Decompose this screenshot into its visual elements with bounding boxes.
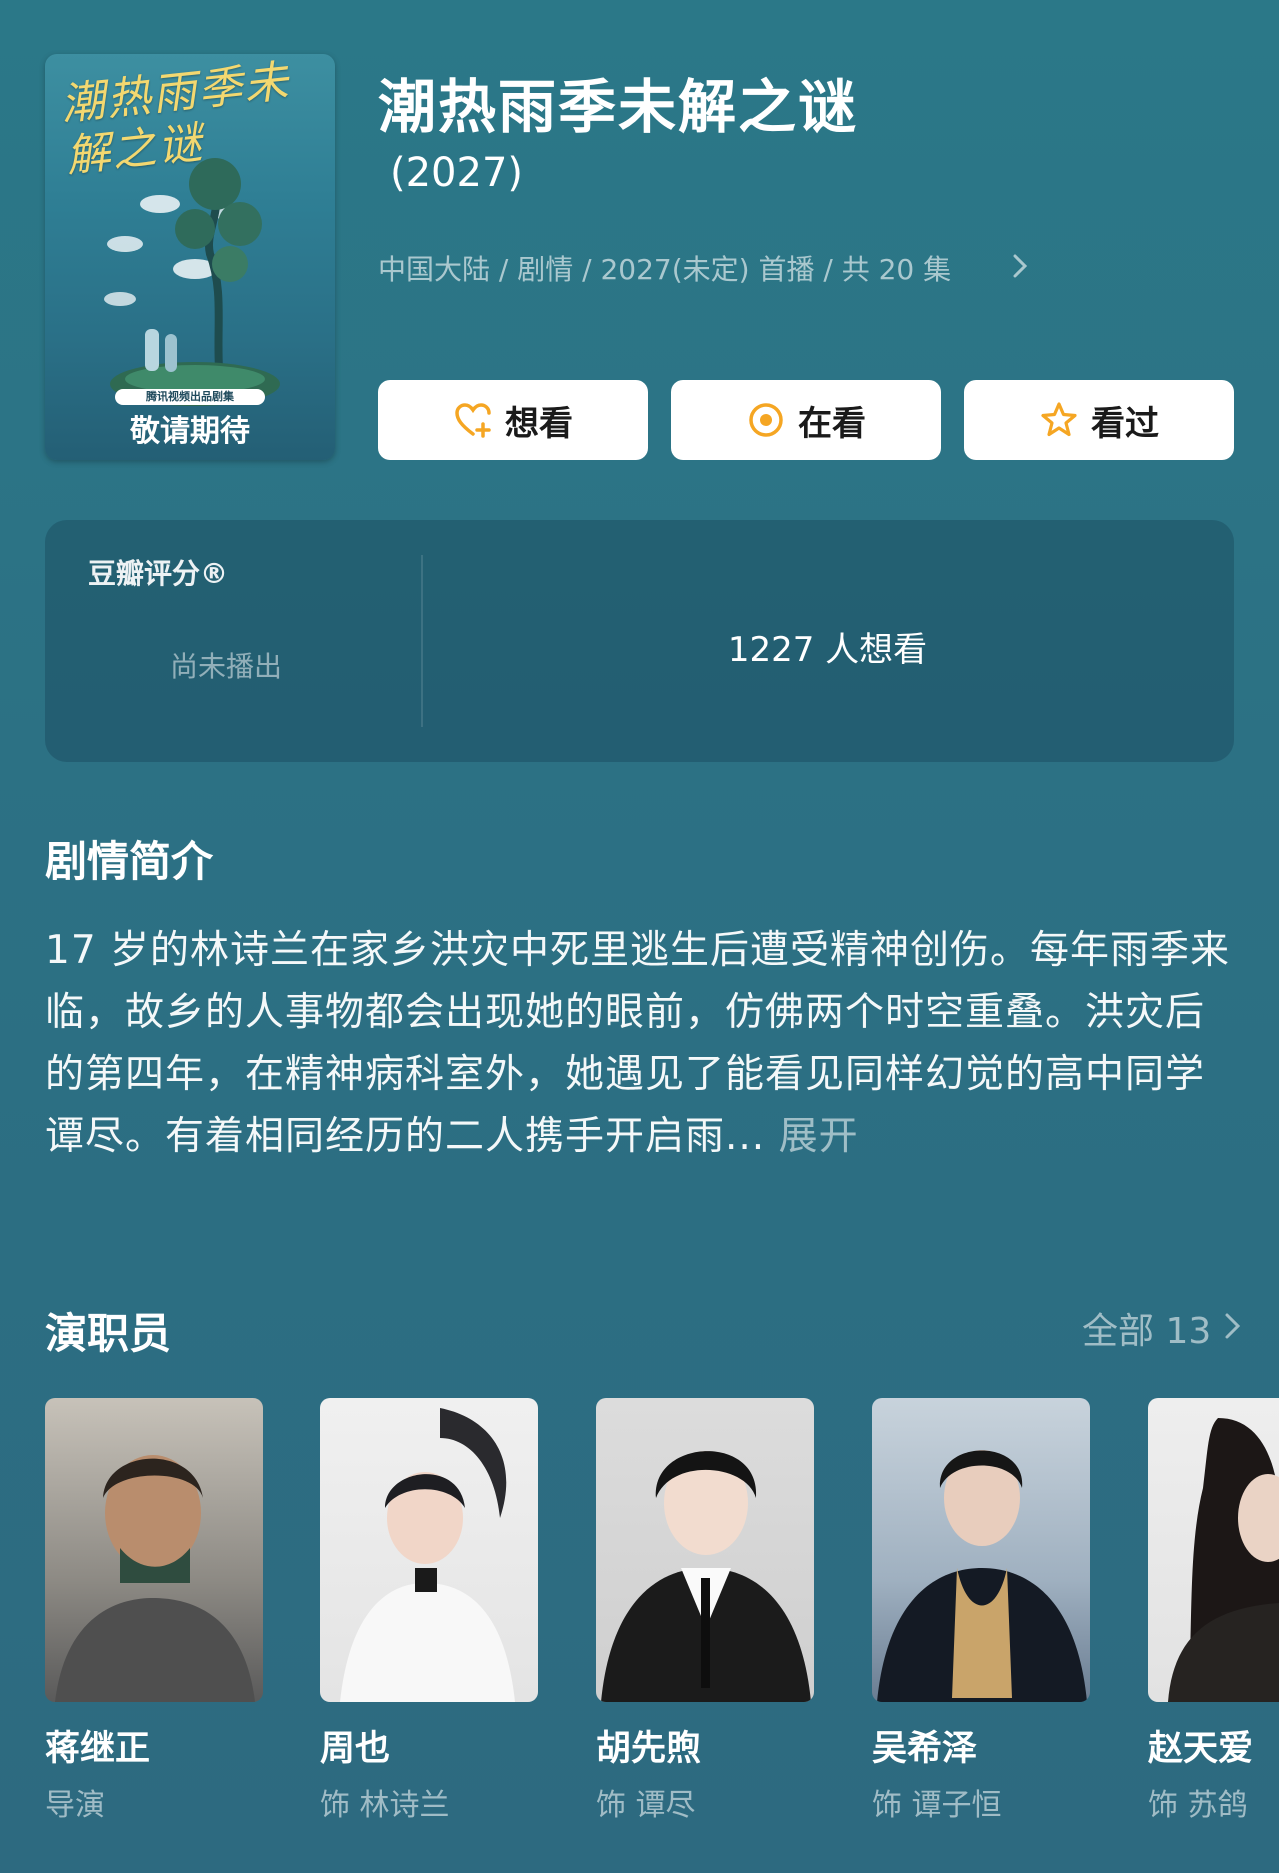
synopsis-text: 17 岁的林诗兰在家乡洪灾中死里逃生后遭受精神创伤。每年雨季来临，故乡的人事物都… [45, 928, 1231, 1159]
show-title: 潮热雨季未解之谜 [378, 73, 859, 141]
watched-label: 看过 [1091, 403, 1159, 444]
watching-button[interactable]: 在看 [671, 380, 941, 460]
poster-tagline: 敬请期待 [130, 414, 250, 449]
person-portrait [877, 1450, 1087, 1702]
cast-name[interactable]: 周也 [320, 1720, 390, 1771]
show-year: (2027) [390, 150, 524, 196]
person-portrait [601, 1451, 811, 1702]
cast-name[interactable]: 胡先煦 [596, 1720, 701, 1771]
cast-photo[interactable] [872, 1398, 1090, 1702]
cast-role: 饰 林诗兰 [320, 1788, 450, 1823]
cast-photo[interactable] [1148, 1398, 1279, 1702]
target-circle-icon [749, 403, 783, 437]
douban-rating-label: 豆瓣评分® [88, 557, 229, 590]
cast-name[interactable]: 吴希泽 [872, 1720, 977, 1771]
rating-status: 尚未播出 [170, 650, 283, 683]
cast-role: 饰 苏鸽 [1148, 1788, 1248, 1823]
person-portrait [340, 1408, 515, 1702]
watched-button[interactable]: 看过 [964, 380, 1234, 460]
person-portrait [1168, 1418, 1279, 1702]
cast-photo[interactable] [45, 1398, 263, 1702]
show-meta-info[interactable]: 中国大陆 / 剧情 / 2027(未定) 首播 / 共 20 集 [378, 248, 951, 288]
synopsis-text-block[interactable]: 17 岁的林诗兰在家乡洪灾中死里逃生后遭受精神创伤。每年雨季来临，故乡的人事物都… [45, 920, 1235, 1168]
expand-link[interactable]: 展开 [779, 1114, 859, 1159]
poster-studio-badge: 腾讯视频出品剧集 [115, 389, 265, 405]
cast-name[interactable]: 蒋继正 [45, 1720, 150, 1771]
want-to-watch-count: 1227 人想看 [727, 630, 928, 670]
cast-name[interactable]: 赵天爱 [1148, 1720, 1253, 1771]
person-portrait [55, 1455, 255, 1702]
cast-all-link[interactable]: 全部 13 [1082, 1302, 1211, 1354]
chevron-right-icon[interactable] [1222, 1310, 1244, 1342]
synopsis-heading: 剧情简介 [45, 837, 214, 886]
chevron-right-icon[interactable] [1008, 252, 1032, 280]
star-outline-icon [1041, 402, 1077, 437]
want-to-watch-button[interactable]: 想看 [378, 380, 648, 460]
poster-image[interactable]: 潮热雨季未解之谜 腾讯视频出品剧集 敬请期待 [45, 54, 335, 460]
cast-role: 饰 谭尽 [596, 1788, 696, 1823]
cast-role: 导演 [45, 1788, 105, 1823]
cast-photo[interactable] [320, 1398, 538, 1702]
cast-heading: 演职员 [45, 1309, 172, 1358]
watching-label: 在看 [798, 403, 866, 444]
want-to-watch-label: 想看 [505, 403, 573, 444]
cast-role: 饰 谭子恒 [872, 1788, 1002, 1823]
cast-photo[interactable] [596, 1398, 814, 1702]
heart-plus-icon [455, 403, 491, 438]
